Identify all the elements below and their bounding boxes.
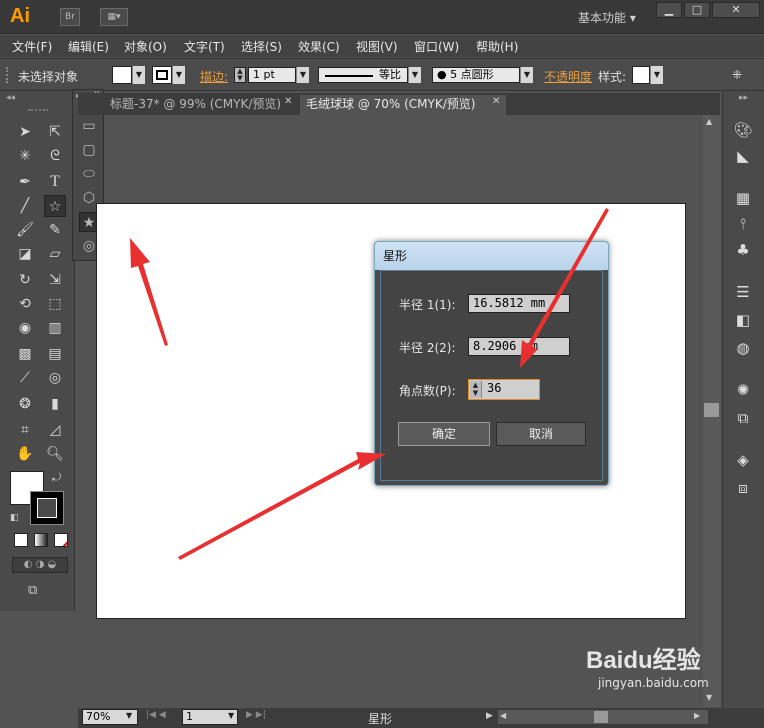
expand-panels-icon[interactable]: ▸▸ <box>739 93 748 103</box>
symbols-icon[interactable]: ♣ <box>731 239 755 261</box>
baidu-watermark-url: jingyan.baidu.com <box>598 676 709 690</box>
color-guide-icon[interactable]: ◣ <box>731 145 755 167</box>
layers-icon[interactable]: ◈ <box>731 449 755 471</box>
status-menu-icon[interactable]: ▶ <box>486 711 493 721</box>
color-panel-icon[interactable]: 🎨︎ <box>731 119 755 141</box>
horizontal-scrollbar[interactable]: ◀ ▶ <box>498 710 708 724</box>
annotation-arrows <box>130 208 609 560</box>
page-dropdown-icon[interactable]: ▼ <box>228 711 234 720</box>
hscroll-thumb[interactable] <box>594 711 608 723</box>
scroll-left-icon[interactable]: ◀ <box>500 711 506 720</box>
arrow-to-ok-button <box>178 452 386 560</box>
baidu-watermark: Baidu经验 <box>586 647 701 674</box>
scroll-right-icon[interactable]: ▶ <box>694 711 700 720</box>
artboards-icon[interactable]: ⧈ <box>731 477 755 499</box>
swatches-icon[interactable]: ▦ <box>731 187 755 209</box>
arrow-to-points-input <box>520 208 609 368</box>
stroke-panel-icon[interactable]: ☰ <box>731 281 755 303</box>
first-page-icon[interactable]: |◀ ◀ <box>146 710 166 720</box>
brushes-icon[interactable]: ⫯ <box>731 213 755 235</box>
graphic-styles-icon[interactable]: ⧉ <box>731 407 755 429</box>
appearance-icon[interactable]: ✺ <box>731 379 755 401</box>
status-tool-name: 星形 <box>368 712 393 726</box>
zoom-dropdown-icon[interactable]: ▼ <box>126 711 132 720</box>
gradient-panel-icon[interactable]: ◧ <box>731 309 755 331</box>
transparency-icon[interactable]: ◍ <box>731 337 755 359</box>
status-bar: 70% ▼ |◀ ◀ 1 ▼ ▶ ▶| 星形 ▶ ◀ ▶ <box>78 708 764 728</box>
panel-dock: ▸▸ 🎨︎ ◣ ▦ ⫯ ♣ ☰ ◧ ◍ ✺ ⧉ ◈ ⧈ <box>722 91 764 709</box>
arrow-to-star-tool <box>130 238 168 346</box>
next-page-icon[interactable]: ▶ ▶| <box>246 710 266 720</box>
